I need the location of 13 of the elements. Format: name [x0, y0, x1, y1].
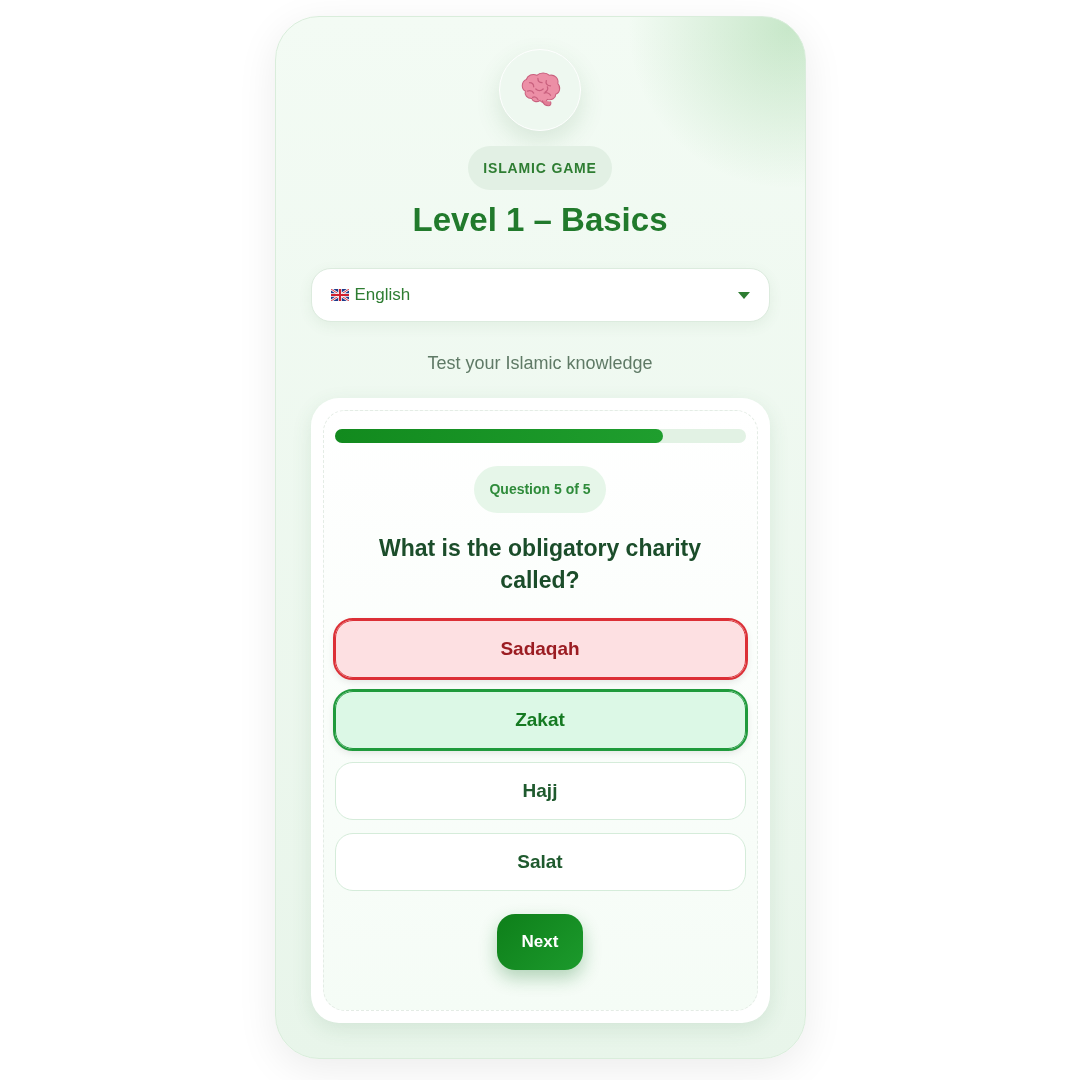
language-select[interactable]: English: [310, 268, 770, 322]
question-text: What is the obligatory charity called?: [377, 534, 702, 595]
answer-option[interactable]: Zakat: [334, 691, 746, 749]
flag-icon: [330, 289, 349, 301]
answer-option[interactable]: Salat: [334, 833, 746, 891]
subtitle: Test your Islamic knowledge: [427, 352, 653, 375]
answer-option[interactable]: Hajj: [334, 762, 746, 820]
game-badge: ISLAMIC GAME: [468, 146, 612, 190]
level-title: Level 1 – Basics: [412, 200, 668, 240]
question-counter: Question 5 of 5: [474, 466, 606, 513]
caret-down-icon: [737, 291, 750, 299]
next-button[interactable]: Next: [497, 914, 583, 970]
answer-option[interactable]: Sadaqah: [334, 620, 746, 678]
